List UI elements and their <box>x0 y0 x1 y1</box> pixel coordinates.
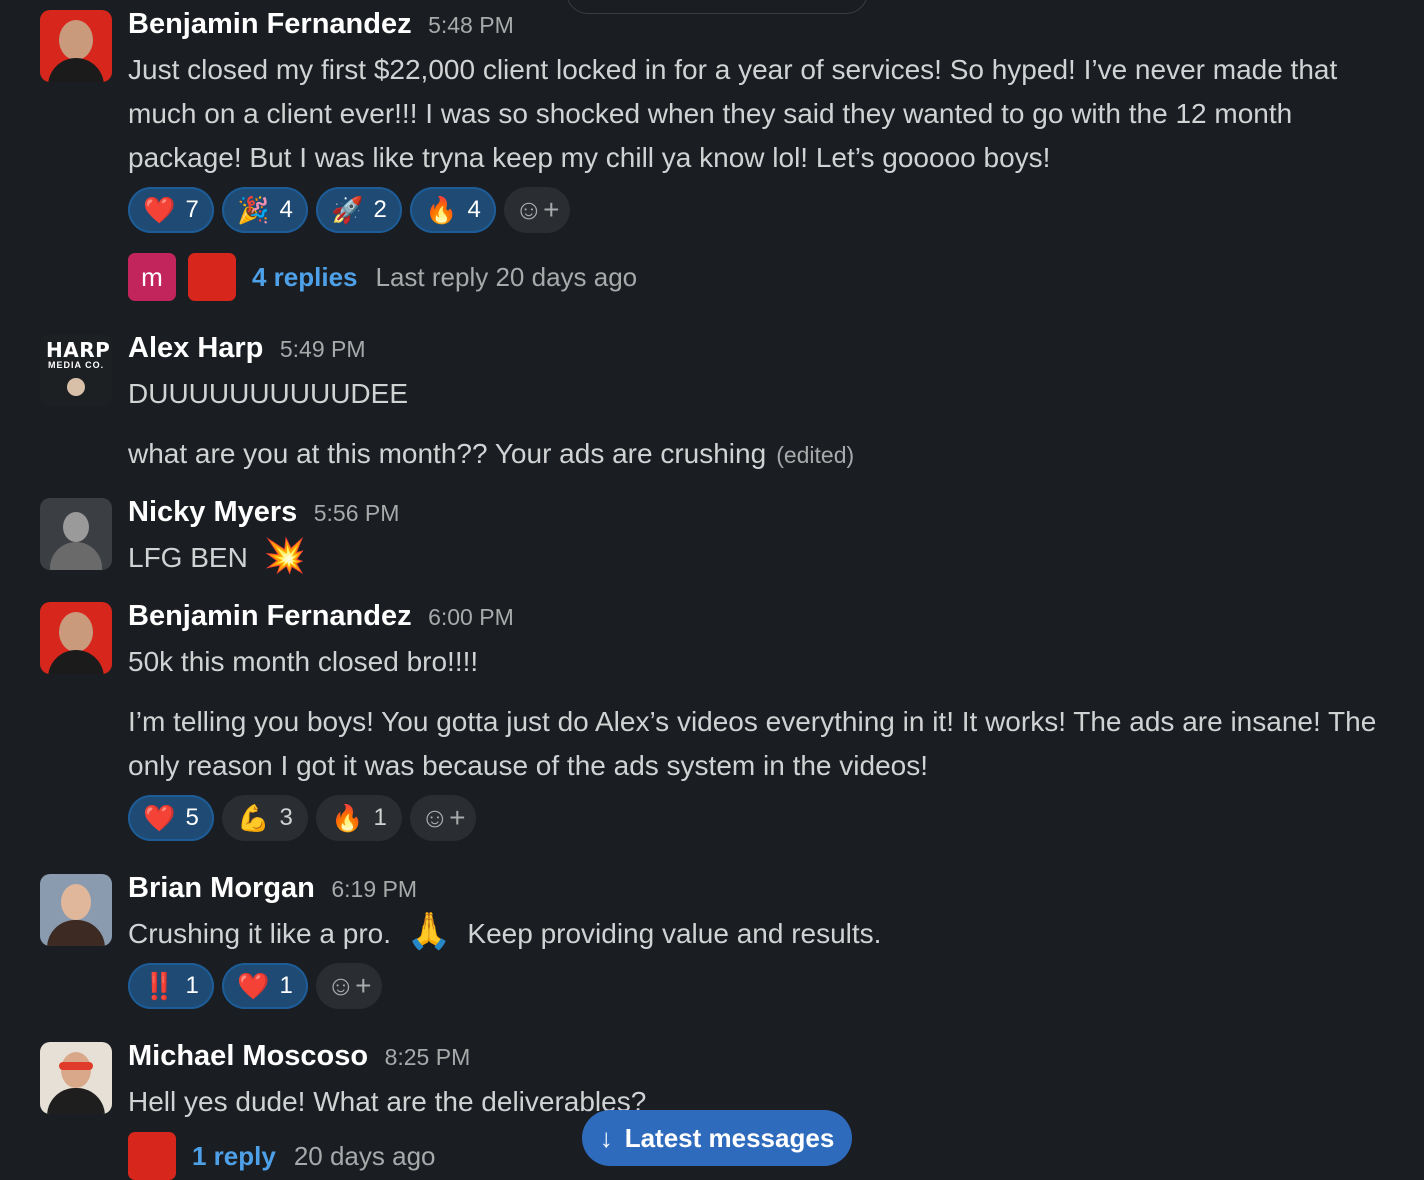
add-emoji-icon: ☺+ <box>514 194 560 225</box>
reaction-bar: ❤️ 7 🎉 4 🚀 2 🔥 4 ☺+ <box>128 187 570 233</box>
reaction-count: 1 <box>279 972 293 999</box>
reaction-count: 7 <box>185 196 199 223</box>
thread-summary[interactable]: m 4 replies Last reply 20 days ago <box>128 253 637 301</box>
add-emoji-icon: ☺+ <box>326 970 372 1001</box>
collision-icon: 💥 <box>263 537 306 575</box>
latest-messages-label: Latest messages <box>624 1122 835 1153</box>
message-text: 50k this month closed bro!!!! <box>128 646 479 677</box>
avatar[interactable]: HARP MEDIA CO. <box>40 334 112 406</box>
author-name[interactable]: Brian Morgan <box>128 872 315 904</box>
harp-logo-sub: MEDIA CO. <box>48 360 105 370</box>
reaction-rocket[interactable]: 🚀 2 <box>316 187 402 233</box>
reaction-count: 5 <box>185 804 199 831</box>
reaction-double-exclamation[interactable]: ‼️ 1 <box>128 963 214 1009</box>
reaction-fire[interactable]: 🔥 4 <box>410 187 496 233</box>
edited-label: (edited) <box>776 442 855 468</box>
harp-logo: HARP <box>46 338 111 362</box>
message-text: Crushing it like a pro. 🙏 Keep providing… <box>128 910 882 951</box>
avatar[interactable] <box>40 602 112 674</box>
add-reaction-button[interactable]: ☺+ <box>410 795 476 841</box>
message-text: LFG BEN 💥 <box>128 537 306 575</box>
add-reaction-button[interactable]: ☺+ <box>316 963 382 1009</box>
thread-participant-avatar <box>188 253 236 301</box>
avatar[interactable] <box>40 498 112 570</box>
author-name[interactable]: Michael Moscoso <box>128 1040 368 1072</box>
timestamp[interactable]: 5:48 PM <box>428 12 514 38</box>
add-emoji-icon: ☺+ <box>420 802 466 833</box>
thread-replies-link[interactable]: 4 replies <box>252 262 358 293</box>
reaction-count: 2 <box>373 196 387 223</box>
timestamp[interactable]: 6:00 PM <box>428 604 514 630</box>
flexed-biceps-icon: 💪 <box>237 803 270 833</box>
reaction-count: 1 <box>185 972 199 999</box>
reaction-count: 4 <box>467 196 481 223</box>
avatar[interactable] <box>40 1042 112 1114</box>
reaction-count: 1 <box>373 804 387 831</box>
top-scroll-pill <box>566 0 868 14</box>
thread-replies-link[interactable]: 1 reply <box>192 1141 276 1172</box>
rocket-icon: 🚀 <box>331 195 364 225</box>
author-name[interactable]: Alex Harp <box>128 332 263 364</box>
reaction-party[interactable]: 🎉 4 <box>222 187 308 233</box>
reaction-heart[interactable]: ❤️ 7 <box>128 187 214 233</box>
reaction-fire[interactable]: 🔥 1 <box>316 795 402 841</box>
author-name[interactable]: Nicky Myers <box>128 496 297 528</box>
timestamp[interactable]: 6:19 PM <box>331 876 417 902</box>
party-popper-icon: 🎉 <box>237 195 270 225</box>
avatar[interactable] <box>40 10 112 82</box>
thread-summary[interactable]: 1 reply 20 days ago <box>128 1132 436 1180</box>
double-exclamation-icon: ‼️ <box>143 971 176 1001</box>
author-name[interactable]: Benjamin Fernandez <box>128 8 412 40</box>
message-text: DUUUUUUUUUUDEE <box>128 378 408 409</box>
message-text-2: what are you at this month?? Your ads ar… <box>128 438 855 469</box>
message-text: Just closed my first $22,000 client lock… <box>128 54 1338 173</box>
thread-last-reply: 20 days ago <box>293 1140 436 1171</box>
timestamp[interactable]: 5:56 PM <box>314 500 400 526</box>
timestamp[interactable]: 8:25 PM <box>385 1044 471 1070</box>
reaction-count: 3 <box>279 804 293 831</box>
timestamp[interactable]: 5:49 PM <box>280 336 366 362</box>
latest-messages-button[interactable]: ↓ Latest messages <box>582 1110 852 1166</box>
reaction-heart[interactable]: ❤️ 5 <box>128 795 214 841</box>
thread-participant-avatar <box>128 1132 176 1180</box>
thread-last-reply: Last reply 20 days ago <box>375 261 638 292</box>
heart-emoji-icon: ❤️ <box>237 971 270 1001</box>
reaction-heart[interactable]: ❤️ 1 <box>222 963 308 1009</box>
fire-icon: 🔥 <box>425 195 458 225</box>
arrow-down-icon: ↓ <box>599 1122 613 1153</box>
thread-participant-avatar: m <box>128 253 176 301</box>
avatar[interactable] <box>40 874 112 946</box>
reaction-bar: ‼️ 1 ❤️ 1 ☺+ <box>128 963 382 1009</box>
reaction-flexed-biceps[interactable]: 💪 3 <box>222 795 308 841</box>
reaction-bar: ❤️ 5 💪 3 🔥 1 ☺+ <box>128 795 476 841</box>
reaction-count: 4 <box>279 196 293 223</box>
message-text-2: I’m telling you boys! You gotta just do … <box>128 706 1377 781</box>
fire-icon: 🔥 <box>331 803 364 833</box>
add-reaction-button[interactable]: ☺+ <box>504 187 570 233</box>
heart-emoji-icon: ❤️ <box>143 803 176 833</box>
heart-emoji-icon: ❤️ <box>143 195 176 225</box>
author-name[interactable]: Benjamin Fernandez <box>128 600 412 632</box>
folded-hands-icon: 🙏 <box>406 910 452 951</box>
